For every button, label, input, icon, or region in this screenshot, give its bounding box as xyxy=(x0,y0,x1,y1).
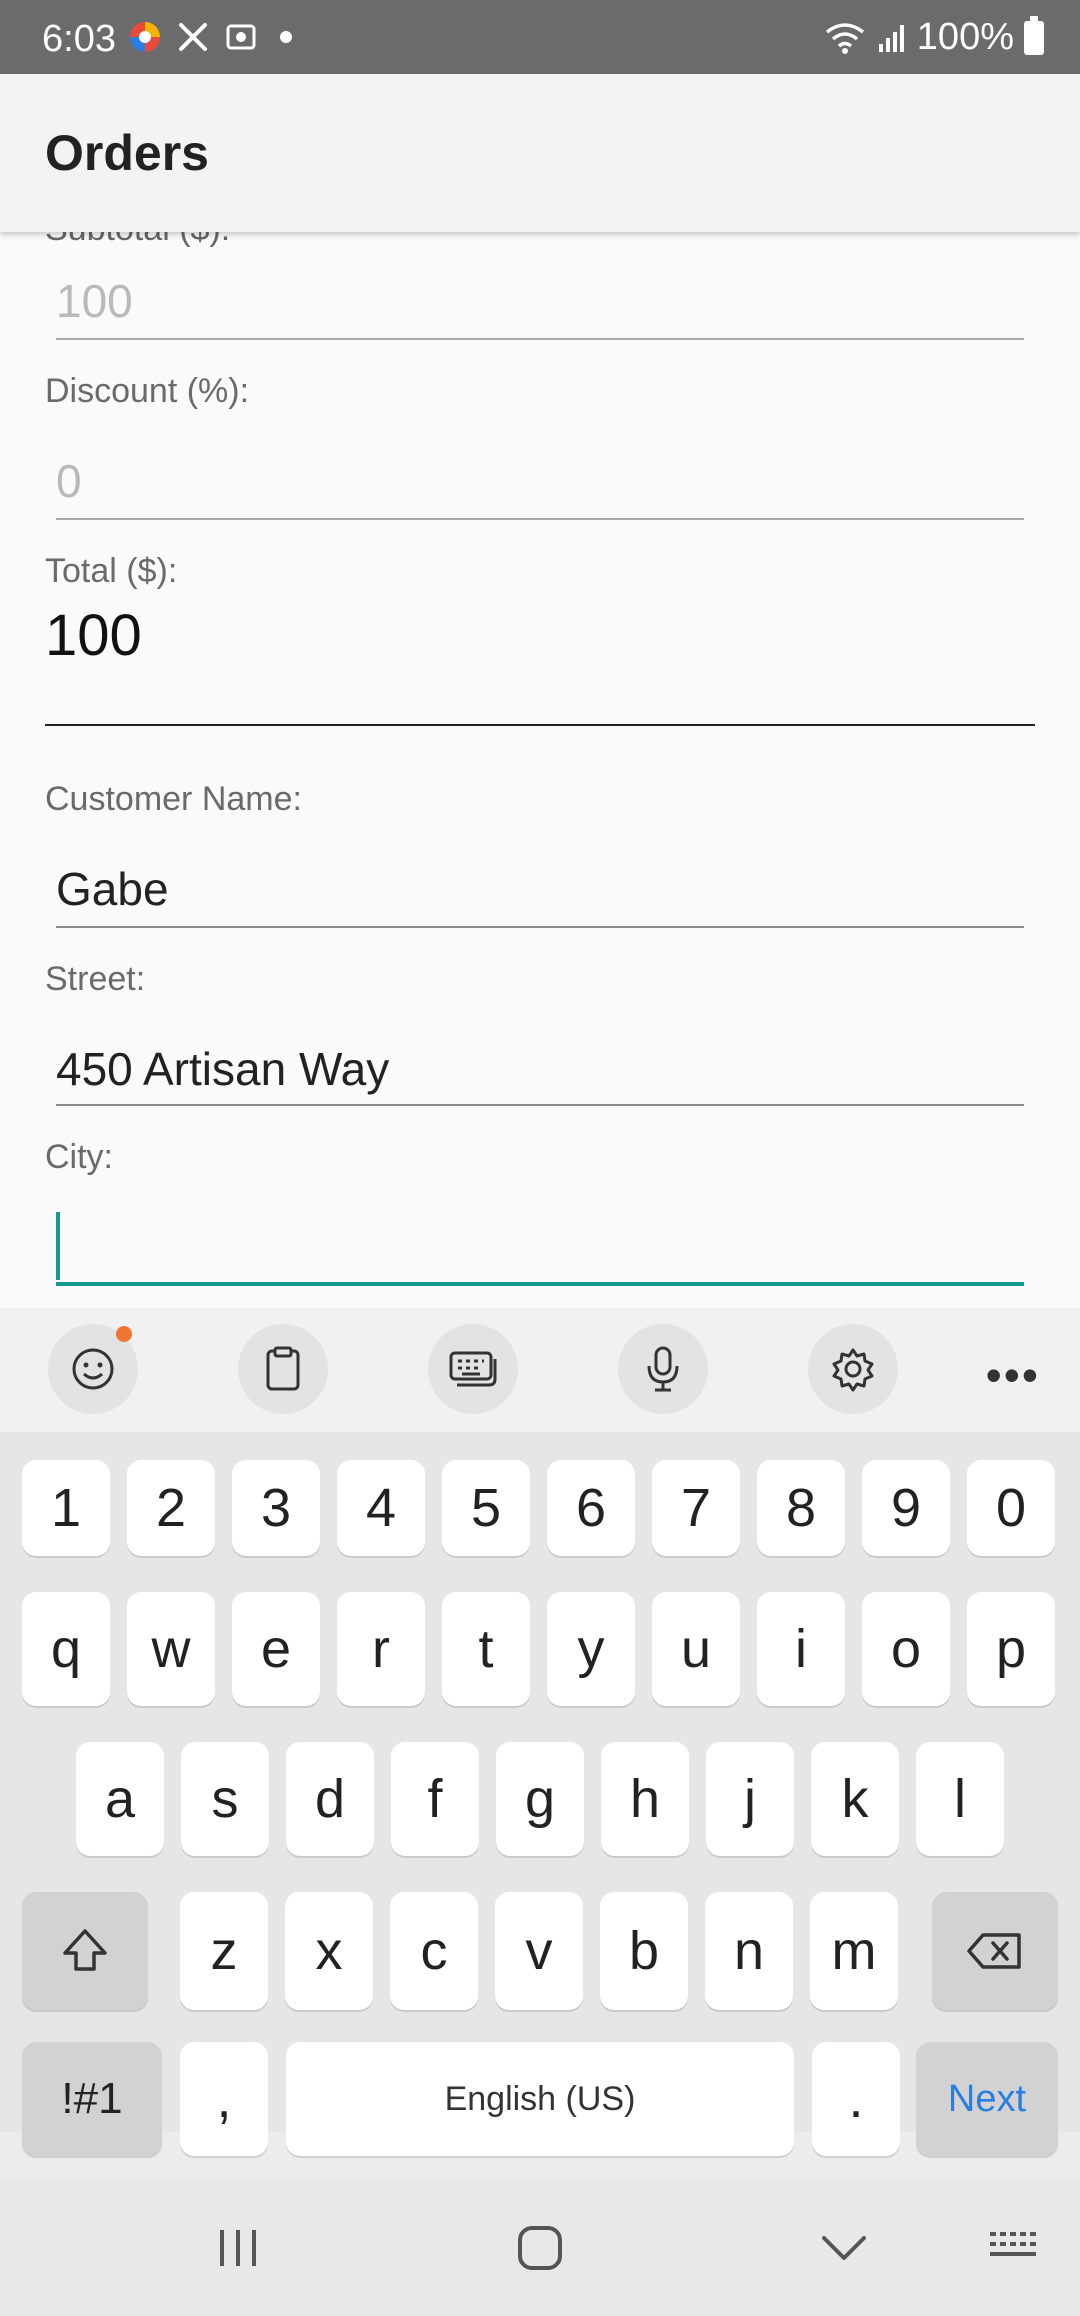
soft-keyboard: ••• 1234567890 qwertyuiop asdfghjkl zxcv… xyxy=(0,1308,1080,2316)
hide-keyboard-icon[interactable] xyxy=(818,2226,870,2270)
key-2[interactable]: 2 xyxy=(127,1460,215,1556)
space-key[interactable]: English (US) xyxy=(286,2042,794,2156)
key-r[interactable]: r xyxy=(337,1592,425,1706)
key-m[interactable]: m xyxy=(810,1892,898,2010)
key-p[interactable]: p xyxy=(967,1592,1055,1706)
recent-apps-icon[interactable] xyxy=(214,2226,262,2270)
keyboard-mode-icon xyxy=(449,1351,497,1387)
comma-key[interactable]: , xyxy=(180,2042,268,2156)
key-0[interactable]: 0 xyxy=(967,1460,1055,1556)
next-key[interactable]: Next xyxy=(916,2042,1058,2156)
street-underline xyxy=(56,1104,1024,1106)
key-1[interactable]: 1 xyxy=(22,1460,110,1556)
key-q[interactable]: q xyxy=(22,1592,110,1706)
key-4[interactable]: 4 xyxy=(337,1460,425,1556)
text-cursor xyxy=(56,1212,60,1280)
emoji-button[interactable] xyxy=(48,1324,138,1414)
customer-name-label: Customer Name: xyxy=(45,780,302,818)
key-i[interactable]: i xyxy=(757,1592,845,1706)
key-j[interactable]: j xyxy=(706,1742,794,1856)
symbols-key[interactable]: !#1 xyxy=(22,2042,162,2156)
key-6[interactable]: 6 xyxy=(547,1460,635,1556)
key-5[interactable]: 5 xyxy=(442,1460,530,1556)
wifi-icon xyxy=(825,22,864,54)
key-l[interactable]: l xyxy=(916,1742,1004,1856)
mic-icon xyxy=(647,1346,679,1392)
customer-name-underline xyxy=(56,926,1024,928)
key-g[interactable]: g xyxy=(496,1742,584,1856)
navigation-bar xyxy=(0,2180,1080,2316)
status-right: 100% xyxy=(823,15,1044,59)
shift-icon xyxy=(63,1929,107,1971)
keyboard-mode-button[interactable] xyxy=(428,1324,518,1414)
backspace-icon xyxy=(967,1933,1021,1969)
order-form[interactable]: Subtotal ($): 100 Discount (%): 0 Total … xyxy=(0,232,1080,1308)
discount-underline xyxy=(56,518,1024,520)
signal-icon xyxy=(878,24,904,52)
city-underline-focused xyxy=(56,1282,1024,1286)
key-u[interactable]: u xyxy=(652,1592,740,1706)
discount-label: Discount (%): xyxy=(45,372,250,410)
page-title: Orders xyxy=(45,125,209,181)
keyboard-keys: 1234567890 qwertyuiop asdfghjkl zxcvbnm … xyxy=(0,1432,1080,2156)
key-z[interactable]: z xyxy=(180,1892,268,2010)
status-time: 6:03 xyxy=(42,18,116,60)
status-notification-icons xyxy=(128,20,292,54)
battery-percent: 100% xyxy=(916,16,1014,58)
total-value: 100 xyxy=(45,603,142,668)
gallery-icon xyxy=(226,24,256,50)
key-8[interactable]: 8 xyxy=(757,1460,845,1556)
voice-input-button[interactable] xyxy=(618,1324,708,1414)
key-d[interactable]: d xyxy=(286,1742,374,1856)
key-7[interactable]: 7 xyxy=(652,1460,740,1556)
clipboard-icon xyxy=(266,1346,300,1391)
clipboard-button[interactable] xyxy=(238,1324,328,1414)
key-t[interactable]: t xyxy=(442,1592,530,1706)
key-e[interactable]: e xyxy=(232,1592,320,1706)
city-label: City: xyxy=(45,1138,113,1176)
tools-icon xyxy=(179,23,207,51)
status-bar: 6:03 100% xyxy=(0,0,1080,74)
battery-icon xyxy=(1024,15,1044,55)
key-w[interactable]: w xyxy=(127,1592,215,1706)
subtotal-field[interactable]: 100 xyxy=(56,274,133,328)
keyboard-toolbar: ••• xyxy=(0,1308,1080,1432)
key-x[interactable]: x xyxy=(285,1892,373,2010)
emoji-icon xyxy=(72,1348,114,1390)
more-notifications-dot xyxy=(280,31,292,43)
app-bar: Orders xyxy=(0,74,1080,232)
total-label: Total ($): xyxy=(45,552,178,590)
key-y[interactable]: y xyxy=(547,1592,635,1706)
street-field[interactable]: 450 Artisan Way xyxy=(56,1042,389,1096)
total-divider xyxy=(45,724,1035,726)
key-c[interactable]: c xyxy=(390,1892,478,2010)
period-key[interactable]: . xyxy=(812,2042,900,2156)
key-a[interactable]: a xyxy=(76,1742,164,1856)
key-b[interactable]: b xyxy=(600,1892,688,2010)
browser-app-icon xyxy=(130,22,160,52)
customer-name-field[interactable]: Gabe xyxy=(56,862,169,916)
key-n[interactable]: n xyxy=(705,1892,793,2010)
key-o[interactable]: o xyxy=(862,1592,950,1706)
street-label: Street: xyxy=(45,960,146,998)
shift-key[interactable] xyxy=(22,1892,148,2010)
key-3[interactable]: 3 xyxy=(232,1460,320,1556)
subtotal-label: Subtotal ($): xyxy=(45,232,230,249)
more-icon[interactable]: ••• xyxy=(986,1348,1040,1402)
keyboard-switch-icon[interactable] xyxy=(986,2226,1042,2266)
key-k[interactable]: k xyxy=(811,1742,899,1856)
notification-badge xyxy=(116,1326,132,1342)
subtotal-underline xyxy=(56,338,1024,340)
backspace-key[interactable] xyxy=(932,1892,1058,2010)
home-icon[interactable] xyxy=(516,2226,564,2270)
keyboard-settings-button[interactable] xyxy=(808,1324,898,1414)
key-9[interactable]: 9 xyxy=(862,1460,950,1556)
key-s[interactable]: s xyxy=(181,1742,269,1856)
key-f[interactable]: f xyxy=(391,1742,479,1856)
settings-icon xyxy=(832,1348,874,1392)
key-v[interactable]: v xyxy=(495,1892,583,2010)
key-h[interactable]: h xyxy=(601,1742,689,1856)
discount-field[interactable]: 0 xyxy=(56,454,82,508)
